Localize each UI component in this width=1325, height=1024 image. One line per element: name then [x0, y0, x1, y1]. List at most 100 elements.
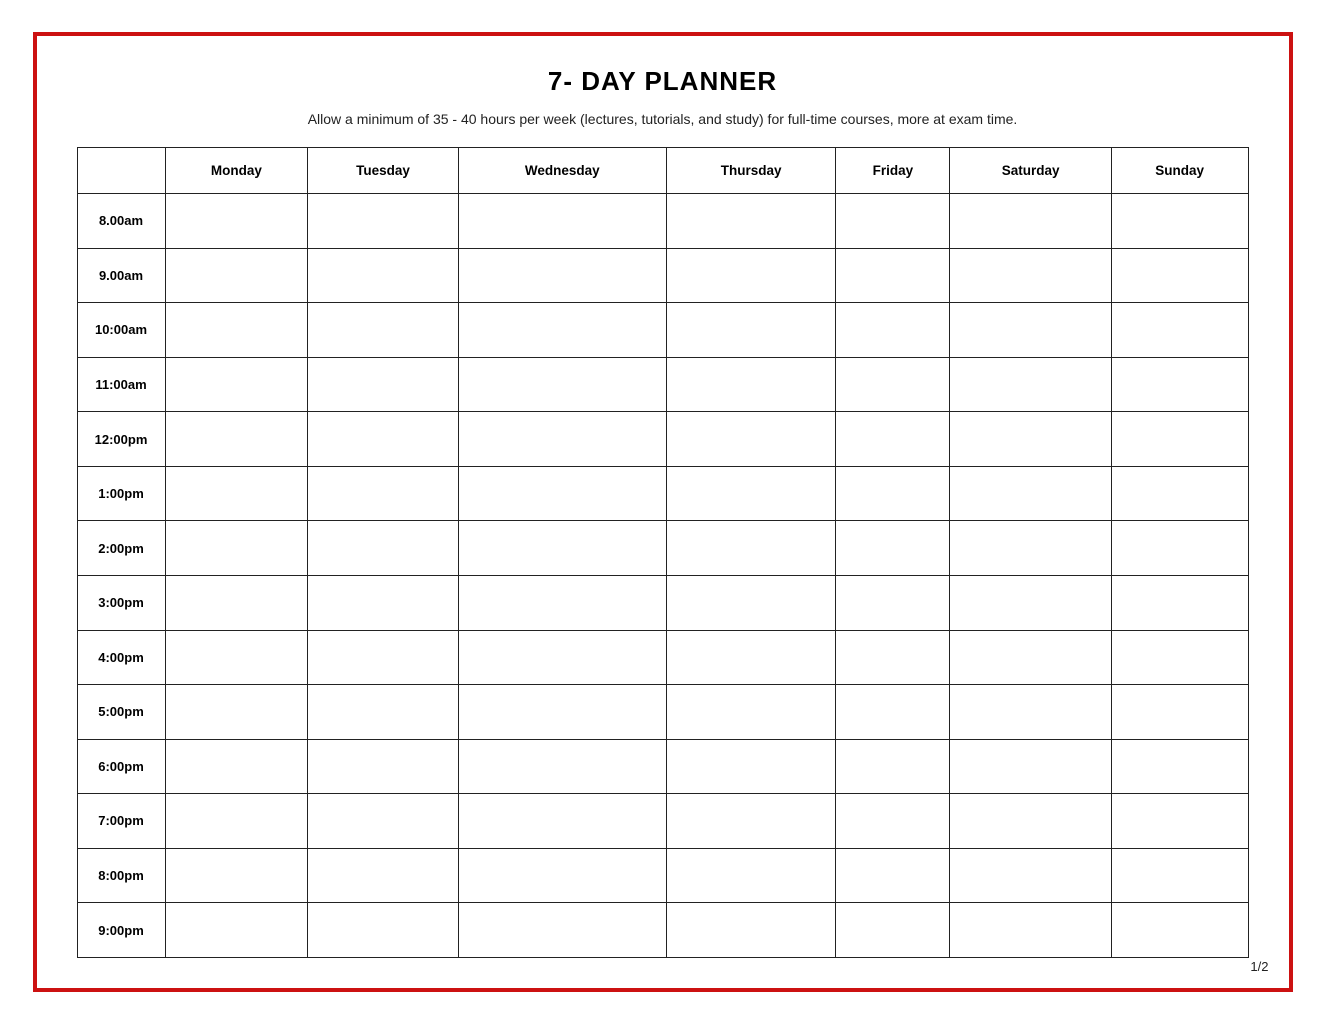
planner-cell[interactable]: [458, 903, 666, 958]
planner-cell[interactable]: [836, 685, 950, 740]
planner-cell[interactable]: [165, 685, 308, 740]
planner-cell[interactable]: [1111, 357, 1248, 412]
planner-cell[interactable]: [950, 357, 1111, 412]
planner-cell[interactable]: [1111, 630, 1248, 685]
planner-cell[interactable]: [836, 248, 950, 303]
col-sunday: Sunday: [1111, 148, 1248, 194]
planner-cell[interactable]: [666, 248, 836, 303]
planner-cell[interactable]: [666, 194, 836, 249]
planner-cell[interactable]: [836, 739, 950, 794]
planner-cell[interactable]: [458, 194, 666, 249]
planner-cell[interactable]: [458, 357, 666, 412]
planner-cell[interactable]: [950, 848, 1111, 903]
planner-cell[interactable]: [666, 521, 836, 576]
planner-cell[interactable]: [165, 412, 308, 467]
planner-cell[interactable]: [950, 739, 1111, 794]
planner-cell[interactable]: [308, 575, 458, 630]
planner-cell[interactable]: [1111, 739, 1248, 794]
planner-cell[interactable]: [1111, 303, 1248, 358]
planner-cell[interactable]: [458, 794, 666, 849]
planner-cell[interactable]: [666, 848, 836, 903]
planner-cell[interactable]: [308, 848, 458, 903]
planner-cell[interactable]: [836, 903, 950, 958]
planner-cell[interactable]: [308, 685, 458, 740]
planner-cell[interactable]: [1111, 685, 1248, 740]
planner-cell[interactable]: [458, 303, 666, 358]
planner-cell[interactable]: [165, 575, 308, 630]
planner-cell[interactable]: [165, 794, 308, 849]
planner-cell[interactable]: [950, 412, 1111, 467]
planner-cell[interactable]: [308, 194, 458, 249]
planner-cell[interactable]: [165, 248, 308, 303]
planner-cell[interactable]: [308, 794, 458, 849]
planner-cell[interactable]: [950, 685, 1111, 740]
planner-cell[interactable]: [950, 903, 1111, 958]
planner-cell[interactable]: [1111, 466, 1248, 521]
planner-cell[interactable]: [950, 575, 1111, 630]
planner-cell[interactable]: [666, 739, 836, 794]
planner-cell[interactable]: [950, 630, 1111, 685]
planner-cell[interactable]: [950, 194, 1111, 249]
planner-cell[interactable]: [836, 848, 950, 903]
planner-cell[interactable]: [1111, 848, 1248, 903]
planner-cell[interactable]: [308, 303, 458, 358]
planner-cell[interactable]: [308, 521, 458, 576]
planner-cell[interactable]: [458, 848, 666, 903]
planner-cell[interactable]: [308, 412, 458, 467]
planner-cell[interactable]: [836, 194, 950, 249]
planner-cell[interactable]: [836, 412, 950, 467]
planner-cell[interactable]: [165, 357, 308, 412]
planner-cell[interactable]: [1111, 248, 1248, 303]
planner-cell[interactable]: [308, 739, 458, 794]
planner-cell[interactable]: [458, 248, 666, 303]
planner-cell[interactable]: [950, 521, 1111, 576]
planner-cell[interactable]: [836, 575, 950, 630]
planner-cell[interactable]: [165, 466, 308, 521]
planner-cell[interactable]: [458, 412, 666, 467]
planner-cell[interactable]: [666, 903, 836, 958]
planner-cell[interactable]: [666, 794, 836, 849]
planner-cell[interactable]: [165, 848, 308, 903]
planner-cell[interactable]: [308, 466, 458, 521]
planner-cell[interactable]: [666, 685, 836, 740]
planner-cell[interactable]: [165, 303, 308, 358]
planner-cell[interactable]: [458, 575, 666, 630]
planner-cell[interactable]: [165, 630, 308, 685]
planner-cell[interactable]: [458, 466, 666, 521]
planner-cell[interactable]: [666, 412, 836, 467]
planner-cell[interactable]: [458, 685, 666, 740]
planner-cell[interactable]: [308, 248, 458, 303]
planner-cell[interactable]: [308, 903, 458, 958]
planner-cell[interactable]: [836, 303, 950, 358]
planner-cell[interactable]: [950, 466, 1111, 521]
planner-cell[interactable]: [308, 357, 458, 412]
planner-cell[interactable]: [1111, 521, 1248, 576]
planner-cell[interactable]: [165, 739, 308, 794]
planner-cell[interactable]: [666, 630, 836, 685]
planner-cell[interactable]: [165, 521, 308, 576]
planner-cell[interactable]: [950, 794, 1111, 849]
planner-cell[interactable]: [165, 194, 308, 249]
planner-cell[interactable]: [1111, 903, 1248, 958]
planner-cell[interactable]: [666, 303, 836, 358]
planner-cell[interactable]: [836, 794, 950, 849]
planner-cell[interactable]: [836, 630, 950, 685]
planner-cell[interactable]: [458, 739, 666, 794]
planner-cell[interactable]: [666, 466, 836, 521]
time-cell: 4:00pm: [77, 630, 165, 685]
planner-cell[interactable]: [666, 357, 836, 412]
planner-cell[interactable]: [950, 248, 1111, 303]
planner-cell[interactable]: [458, 630, 666, 685]
planner-cell[interactable]: [1111, 194, 1248, 249]
planner-cell[interactable]: [836, 521, 950, 576]
planner-cell[interactable]: [308, 630, 458, 685]
planner-cell[interactable]: [1111, 794, 1248, 849]
planner-cell[interactable]: [165, 903, 308, 958]
planner-cell[interactable]: [836, 357, 950, 412]
planner-cell[interactable]: [836, 466, 950, 521]
planner-cell[interactable]: [1111, 575, 1248, 630]
planner-cell[interactable]: [950, 303, 1111, 358]
planner-cell[interactable]: [666, 575, 836, 630]
planner-cell[interactable]: [1111, 412, 1248, 467]
planner-cell[interactable]: [458, 521, 666, 576]
